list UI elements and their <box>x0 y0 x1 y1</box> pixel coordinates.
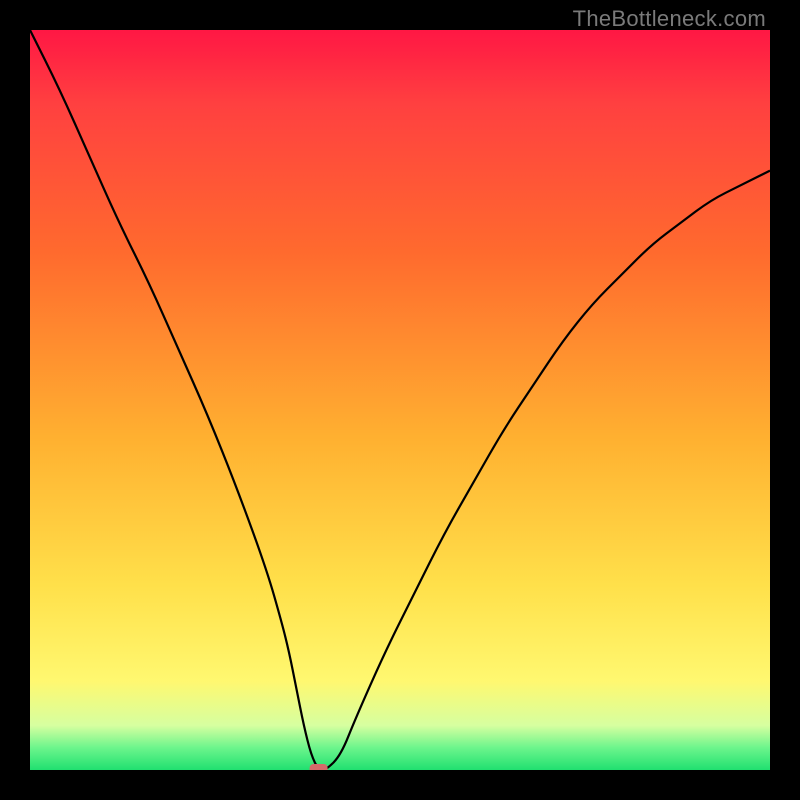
curve-minimum-marker <box>310 764 328 770</box>
chart-frame: TheBottleneck.com <box>0 0 800 800</box>
curve-overlay <box>30 30 770 770</box>
plot-area <box>30 30 770 770</box>
bottleneck-curve <box>30 30 770 770</box>
watermark-text: TheBottleneck.com <box>573 6 766 32</box>
